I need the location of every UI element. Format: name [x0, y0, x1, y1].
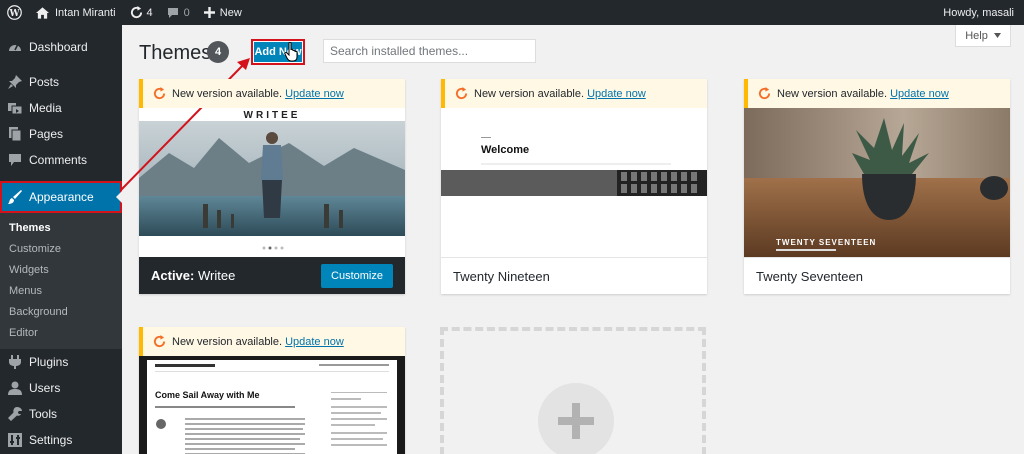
update-notice: New version available. Update now: [139, 327, 405, 356]
plug-icon: [8, 355, 22, 369]
hero-title: WRITEE: [244, 110, 301, 121]
theme-name: Writee: [197, 268, 236, 283]
theme-name: Twenty Nineteen: [453, 268, 550, 284]
dashboard-icon: [8, 40, 22, 54]
update-icon: [455, 87, 468, 100]
site-name-link[interactable]: Intan Miranti: [29, 0, 123, 25]
refresh-icon: [130, 6, 142, 19]
hero-title: TWENTY SEVENTEEN: [776, 238, 876, 247]
update-notice: New version available. Update now: [441, 79, 707, 108]
hand-cursor-icon: [284, 42, 298, 62]
theme-screenshot: TWENTY SEVENTEEN: [744, 108, 1010, 257]
update-now-link[interactable]: Update now: [285, 88, 344, 100]
settings-icon: [8, 433, 22, 447]
hero-title: Welcome: [481, 144, 529, 156]
theme-footer-active: Active: Writee Customize: [139, 257, 405, 294]
comment-icon: [8, 153, 22, 167]
pages-icon: [8, 127, 22, 141]
theme-card-writee[interactable]: New version available. Update now WRITEE…: [139, 79, 405, 294]
update-icon: [153, 87, 166, 100]
sidebar-item-users[interactable]: Users: [0, 375, 122, 401]
update-now-link[interactable]: Update now: [587, 88, 646, 100]
new-content-link[interactable]: New: [197, 0, 249, 25]
hero-title: Come Sail Away with Me: [155, 390, 260, 400]
page-title: Themes: [139, 42, 212, 64]
theme-screenshot: Come Sail Away with Me: [139, 356, 405, 454]
admin-bar: W Intan Miranti 4 0 New Howdy, masali: [0, 0, 1024, 25]
comments-link[interactable]: 0: [160, 0, 197, 25]
submenu-item-widgets[interactable]: Widgets: [0, 259, 122, 280]
appearance-submenu: Themes Customize Widgets Menus Backgroun…: [0, 213, 122, 349]
theme-card-twenty-sixteen[interactable]: New version available. Update now Come S…: [139, 327, 405, 454]
submenu-item-menus[interactable]: Menus: [0, 280, 122, 301]
site-name: Intan Miranti: [55, 6, 116, 19]
wrench-icon: [8, 407, 22, 421]
submenu-item-editor[interactable]: Editor: [0, 322, 122, 343]
comments-count: 0: [183, 6, 190, 19]
plus-icon: [558, 403, 594, 439]
home-icon: [36, 6, 49, 19]
theme-card-twenty-seventeen[interactable]: New version available. Update now TWENTY…: [744, 79, 1010, 294]
sidebar-item-plugins[interactable]: Plugins: [0, 349, 122, 375]
comment-icon: [167, 7, 178, 18]
svg-text:W: W: [8, 9, 20, 19]
update-notice: New version available. Update now: [139, 79, 405, 108]
sidebar-item-settings[interactable]: Settings: [0, 427, 122, 453]
add-new-theme-card[interactable]: [440, 327, 706, 454]
update-now-link[interactable]: Update now: [285, 336, 344, 348]
update-now-link[interactable]: Update now: [890, 88, 949, 100]
submenu-item-background[interactable]: Background: [0, 301, 122, 322]
sidebar-item-dashboard[interactable]: Dashboard: [0, 34, 122, 60]
theme-screenshot: WRITEE: [139, 108, 405, 257]
sidebar-item-tools[interactable]: Tools: [0, 401, 122, 427]
updates-count: 4: [146, 6, 153, 19]
theme-count-badge: 4: [207, 41, 229, 63]
media-icon: [8, 101, 22, 115]
howdy-text: Howdy, masali: [943, 6, 1014, 19]
wordpress-logo-icon[interactable]: W: [0, 0, 29, 25]
sidebar-item-media[interactable]: Media: [0, 95, 122, 121]
update-icon: [758, 87, 771, 100]
customize-button[interactable]: Customize: [321, 263, 393, 288]
theme-name: Twenty Seventeen: [756, 268, 863, 284]
sidebar-item-posts[interactable]: Posts: [0, 69, 122, 95]
theme-footer: Twenty Nineteen: [441, 257, 707, 294]
sidebar-item-comments[interactable]: Comments: [0, 147, 122, 173]
sidebar-item-appearance[interactable]: Appearance: [0, 181, 122, 213]
account-link[interactable]: Howdy, masali: [936, 0, 1024, 25]
updates-link[interactable]: 4: [123, 0, 160, 25]
plus-circle: [538, 383, 614, 454]
plus-icon: [203, 7, 215, 18]
help-tab-button[interactable]: Help: [955, 25, 1011, 47]
submenu-item-customize[interactable]: Customize: [0, 238, 122, 259]
pin-icon: [8, 75, 22, 89]
caret-down-icon: [993, 33, 1001, 38]
new-label: New: [219, 6, 242, 19]
update-icon: [153, 335, 166, 348]
admin-sidebar: Dashboard Posts Media Pages Comments App…: [0, 25, 122, 454]
brush-icon: [8, 190, 22, 204]
update-notice: New version available. Update now: [744, 79, 1010, 108]
submenu-item-themes[interactable]: Themes: [0, 217, 122, 238]
sidebar-item-pages[interactable]: Pages: [0, 121, 122, 147]
theme-footer: Twenty Seventeen: [744, 257, 1010, 294]
user-icon: [8, 381, 22, 395]
theme-card-twenty-nineteen[interactable]: New version available. Update now Welcom…: [441, 79, 707, 294]
search-themes-input[interactable]: [323, 39, 536, 63]
theme-screenshot: Welcome: [441, 108, 707, 257]
active-label: Active:: [151, 268, 195, 283]
